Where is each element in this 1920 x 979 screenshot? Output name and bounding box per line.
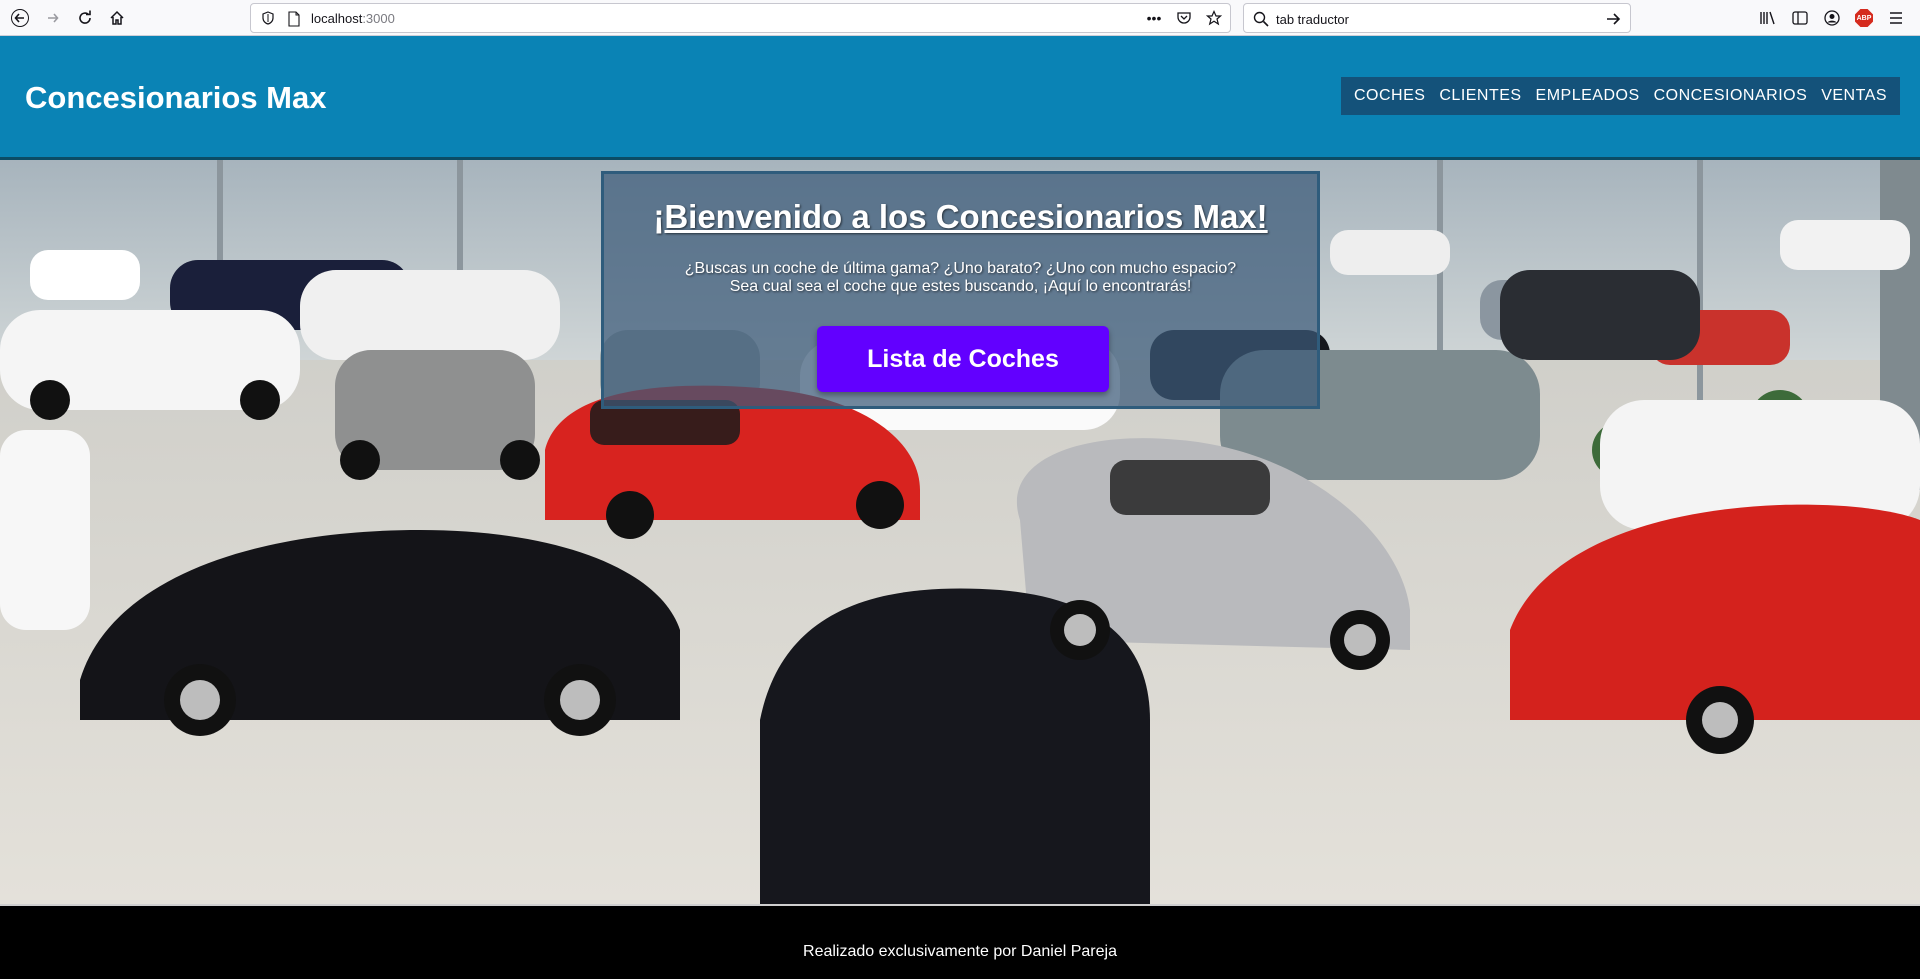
nav-item-ventas[interactable]: VENTAS — [1821, 87, 1887, 105]
pocket-icon[interactable] — [1174, 8, 1194, 28]
forward-arrow-icon[interactable] — [37, 2, 69, 34]
home-icon[interactable] — [101, 2, 133, 34]
menu-icon[interactable] — [1886, 8, 1906, 28]
site-header: Concesionarios Max COCHES CLIENTES EMPLE… — [0, 36, 1920, 160]
bookmark-star-icon[interactable] — [1204, 8, 1224, 28]
reload-icon[interactable] — [69, 2, 101, 34]
adblock-plus-icon[interactable]: ABP — [1854, 8, 1874, 28]
url-text[interactable]: localhost:3000 — [311, 11, 395, 26]
welcome-line-2: Sea cual sea el coche que estes buscando… — [729, 278, 1192, 295]
footer-credit: Realizado exclusivamente por Daniel Pare… — [803, 943, 1117, 960]
hero-section: ¡Bienvenido a los Concesionarios Max! ¿B… — [0, 160, 1920, 904]
nav-item-empleados[interactable]: EMPLEADOS — [1536, 87, 1640, 105]
search-bar[interactable]: tab traductor — [1243, 3, 1631, 33]
account-icon[interactable] — [1822, 8, 1842, 28]
back-arrow-icon[interactable] — [4, 2, 36, 34]
url-bar[interactable]: localhost:3000 ••• — [250, 3, 1231, 33]
car-list-button[interactable]: Lista de Coches — [817, 326, 1109, 392]
search-icon — [1253, 11, 1269, 27]
welcome-panel: ¡Bienvenido a los Concesionarios Max! ¿B… — [601, 171, 1320, 409]
browser-toolbar: localhost:3000 ••• tab traductor ABP — [0, 0, 1920, 36]
sidebar-icon[interactable] — [1790, 8, 1810, 28]
nav-item-concesionarios[interactable]: CONCESIONARIOS — [1654, 87, 1808, 105]
search-input[interactable]: tab traductor — [1276, 12, 1349, 27]
nav-item-coches[interactable]: COCHES — [1354, 87, 1425, 105]
page-icon[interactable] — [287, 11, 301, 27]
shield-icon[interactable] — [261, 11, 275, 25]
search-go-arrow-icon[interactable] — [1604, 10, 1622, 28]
library-icon[interactable] — [1758, 8, 1778, 28]
welcome-line-1: ¿Buscas un coche de última gama? ¿Uno ba… — [684, 260, 1237, 277]
welcome-title: ¡Bienvenido a los Concesionarios Max! — [653, 198, 1268, 235]
more-actions-icon[interactable]: ••• — [1144, 8, 1164, 28]
welcome-text: ¿Buscas un coche de última gama? ¿Uno ba… — [604, 260, 1317, 296]
nav-item-clientes[interactable]: CLIENTES — [1439, 87, 1521, 105]
site-brand[interactable]: Concesionarios Max — [25, 80, 326, 116]
site-footer: Realizado exclusivamente por Daniel Pare… — [0, 904, 1920, 979]
main-nav: COCHES CLIENTES EMPLEADOS CONCESIONARIOS… — [1341, 77, 1900, 115]
